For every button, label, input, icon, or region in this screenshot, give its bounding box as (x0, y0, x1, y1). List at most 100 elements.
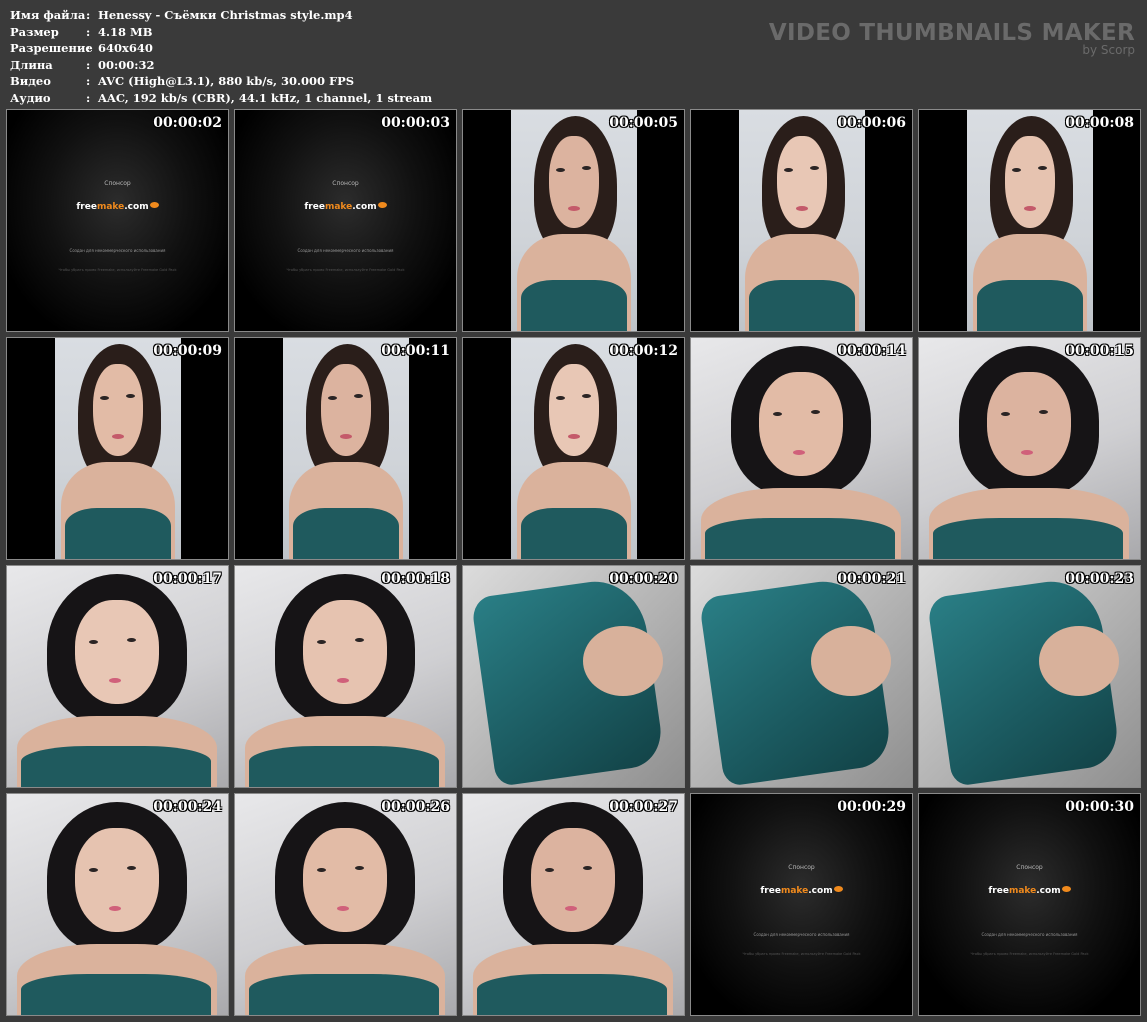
logo-part: make (780, 886, 809, 896)
timecode-label: 00:00:29 (837, 799, 906, 815)
info-separator: : (86, 41, 91, 56)
thumbnail-image (691, 338, 912, 559)
video-thumbnail[interactable]: 00:00:09 (6, 337, 229, 560)
thumbnail-image (463, 110, 684, 331)
logo-part: .com (352, 202, 377, 212)
info-row-resolution: Разрешение : 640x640 (10, 40, 432, 57)
timecode-label: 00:00:11 (381, 343, 450, 359)
letterbox-bar (463, 110, 511, 331)
timecode-label: 00:00:14 (837, 343, 906, 359)
video-thumbnail[interactable]: 00:00:24 (6, 793, 229, 1016)
video-thumbnail[interactable]: 00:00:14 (690, 337, 913, 560)
video-thumbnail[interactable]: 00:00:05 (462, 109, 685, 332)
info-separator: : (86, 90, 91, 105)
video-thumbnail[interactable]: 00:00:17 (6, 565, 229, 788)
letterbox-bar (235, 338, 283, 559)
video-thumbnail[interactable]: 00:00:18 (234, 565, 457, 788)
thumbnail-image (7, 794, 228, 1015)
freemake-logo: freemake.com (919, 886, 1140, 896)
letterbox-bar (865, 110, 912, 331)
thumbnail-image (691, 110, 912, 331)
video-thumbnail[interactable]: Спонсор freemake.com Создан для некоммерче… (234, 109, 457, 332)
info-value: AAC, 192 kb/s (CBR), 44.1 kHz, 1 channel… (98, 90, 433, 105)
timecode-label: 00:00:06 (837, 115, 906, 131)
timecode-label: 00:00:21 (837, 571, 906, 587)
sponsor-note-secondary: Чтобы убрать промо Freemake, используйте… (970, 952, 1089, 956)
thumbnail-image (235, 794, 456, 1015)
thumbnail-image (235, 338, 456, 559)
letterbox-bar (637, 110, 684, 331)
video-thumbnail[interactable]: 00:00:21 (690, 565, 913, 788)
frame-picture (283, 338, 409, 559)
sponsor-note: Создан для некоммерческого использования (981, 932, 1078, 937)
thumbnail-grid: Спонсор freemake.com Создан для некоммерче… (6, 109, 1141, 1016)
timecode-label: 00:00:05 (609, 115, 678, 131)
timecode-label: 00:00:23 (1065, 571, 1134, 587)
info-separator: : (86, 74, 91, 89)
letterbox-bar (181, 338, 228, 559)
sponsor-label: Спонсор (104, 180, 131, 187)
logo-part: free (76, 202, 97, 212)
sponsor-note: Создан для некоммерческого использования (753, 932, 850, 937)
video-thumbnail[interactable]: Спонсор freemake.com Создан для некоммерче… (918, 793, 1141, 1016)
timecode-label: 00:00:20 (609, 571, 678, 587)
info-row-size: Размер : 4.18 MB (10, 24, 432, 41)
info-label: Аудио (10, 90, 51, 105)
logo-part: make (96, 202, 125, 212)
sponsor-note-secondary: Чтобы убрать промо Freemake, используйте… (286, 268, 405, 272)
timecode-label: 00:00:17 (153, 571, 222, 587)
logo-part: free (760, 886, 781, 896)
thumbnail-image: Спонсор freemake.com Создан для некоммерче… (7, 110, 228, 331)
frame-picture (511, 338, 637, 559)
freemake-logo-icon (833, 886, 843, 892)
sponsor-label: Спонсор (1016, 864, 1043, 871)
info-row-audio: Аудио : AAC, 192 kb/s (CBR), 44.1 kHz, 1… (10, 90, 432, 107)
video-thumbnail[interactable]: 00:00:08 (918, 109, 1141, 332)
video-thumbnail[interactable]: 00:00:06 (690, 109, 913, 332)
info-label: Разрешение (10, 41, 93, 56)
thumbnail-image (463, 338, 684, 559)
info-value: AVC (High@L3.1), 880 kb/s, 30.000 FPS (98, 74, 355, 89)
logo-part: .com (808, 886, 833, 896)
info-label: Имя файла (10, 8, 86, 22)
info-row-video: Видео : AVC (High@L3.1), 880 kb/s, 30.00… (10, 73, 432, 90)
file-info-panel: Имя файла : Henessy - Съёмки Christmas s… (10, 7, 432, 107)
thumbnail-image (919, 566, 1140, 787)
video-thumbnail[interactable]: 00:00:15 (918, 337, 1141, 560)
video-thumbnail[interactable]: 00:00:26 (234, 793, 457, 1016)
brand-title: VIDEO THUMBNAILS MAKER (768, 20, 1135, 46)
video-thumbnail[interactable]: 00:00:23 (918, 565, 1141, 788)
video-thumbnail[interactable]: Спонсор freemake.com Создан для некоммерче… (690, 793, 913, 1016)
thumbnail-image (7, 566, 228, 787)
logo-part: make (324, 202, 353, 212)
letterbox-bar (1093, 110, 1140, 331)
timecode-label: 00:00:18 (381, 571, 450, 587)
letterbox-bar (7, 338, 55, 559)
video-thumbnail[interactable]: 00:00:11 (234, 337, 457, 560)
logo-part: .com (1036, 886, 1061, 896)
frame-picture (739, 110, 865, 331)
sponsor-label: Спонсор (788, 864, 815, 871)
timecode-label: 00:00:08 (1065, 115, 1134, 131)
thumbnail-image (235, 566, 456, 787)
info-separator: : (86, 57, 91, 72)
freemake-logo-icon (1061, 886, 1071, 892)
thumbnail-image: Спонсор freemake.com Создан для некоммерче… (235, 110, 456, 331)
info-separator: : (86, 8, 91, 22)
timecode-label: 00:00:02 (153, 115, 222, 131)
sponsor-note-secondary: Чтобы убрать промо Freemake, используйте… (742, 952, 861, 956)
video-thumbnail[interactable]: 00:00:20 (462, 565, 685, 788)
info-label: Размер (10, 24, 59, 39)
video-thumbnail[interactable]: Спонсор freemake.com Создан для некоммерче… (6, 109, 229, 332)
thumbnail-image (463, 566, 684, 787)
logo-part: .com (124, 202, 149, 212)
video-thumbnail[interactable]: 00:00:12 (462, 337, 685, 560)
info-row-filename: Имя файла : Henessy - Съёмки Christmas s… (10, 7, 432, 24)
timecode-label: 00:00:15 (1065, 343, 1134, 359)
thumbnail-image (7, 338, 228, 559)
sponsor-note: Создан для некоммерческого использования (297, 248, 394, 253)
timecode-label: 00:00:24 (153, 799, 222, 815)
freemake-logo: freemake.com (7, 202, 228, 212)
video-thumbnail[interactable]: 00:00:27 (462, 793, 685, 1016)
logo-part: free (988, 886, 1009, 896)
